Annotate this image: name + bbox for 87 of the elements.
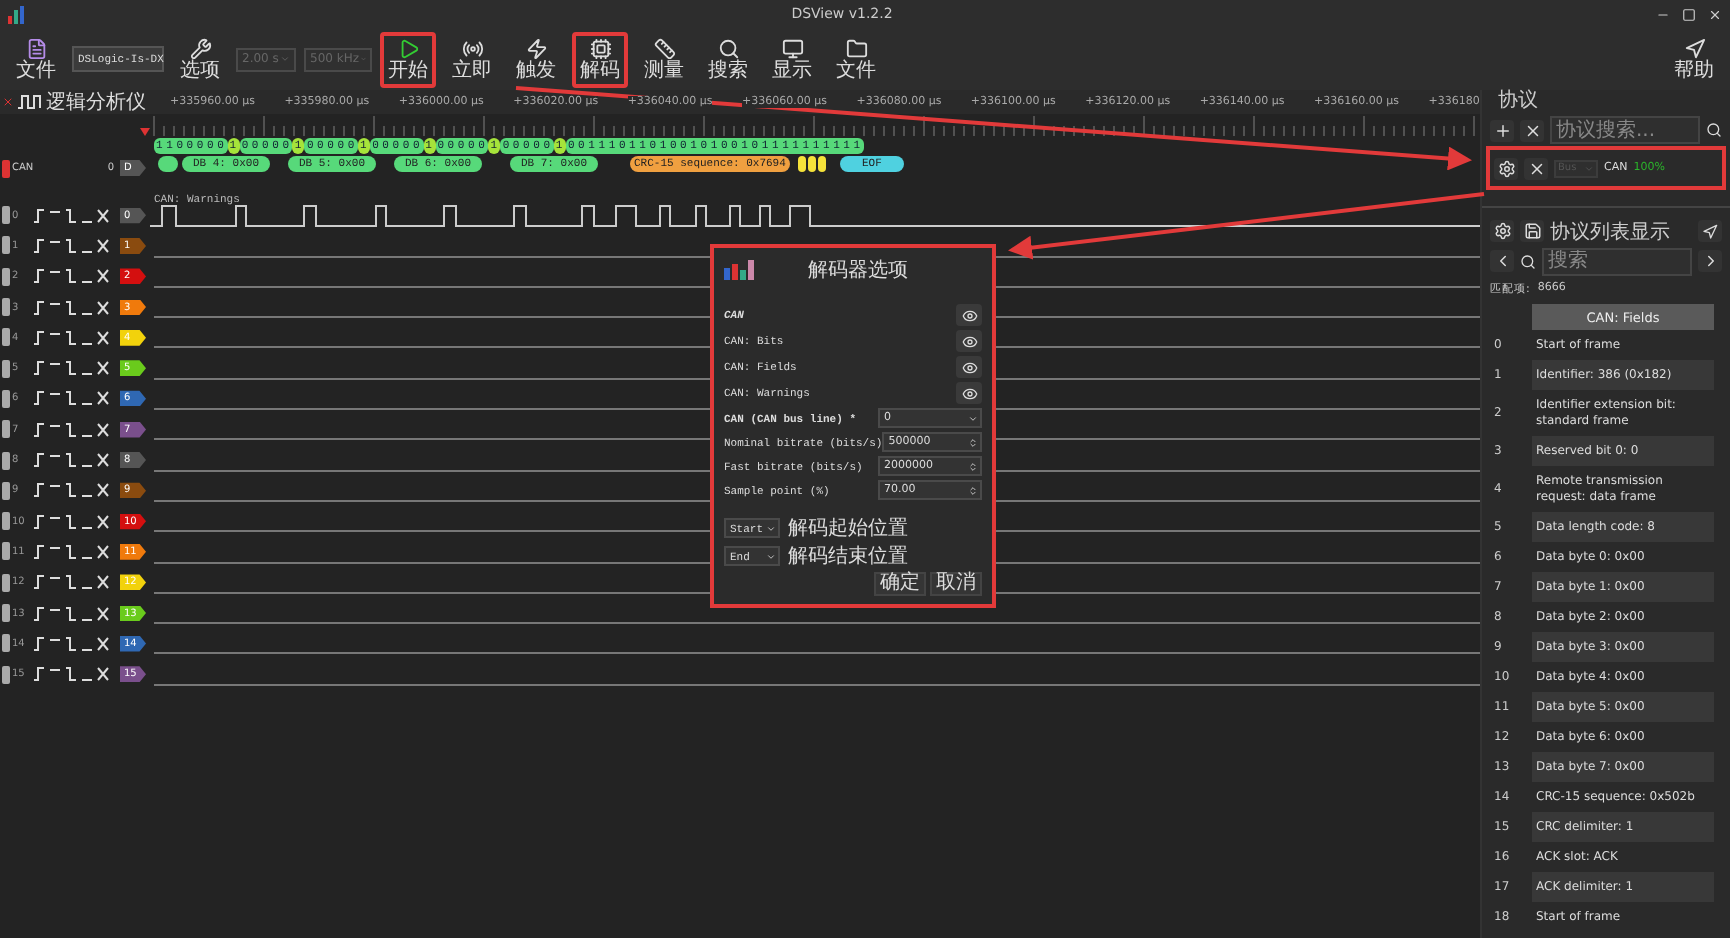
option-label: 解码起始位置 xyxy=(788,515,908,542)
eye-icon xyxy=(961,307,977,323)
maximize-icon[interactable] xyxy=(1682,7,1696,21)
any-edge-icon[interactable] xyxy=(96,329,110,346)
panel-title: 协议 xyxy=(1496,90,1540,114)
any-edge-icon[interactable] xyxy=(96,360,110,377)
document-icon xyxy=(25,37,47,59)
remove-button[interactable] xyxy=(1524,157,1548,179)
save-button[interactable] xyxy=(1520,220,1544,242)
file-menu-button[interactable]: 文件 xyxy=(8,31,64,87)
close-icon[interactable] xyxy=(1708,7,1722,21)
any-edge-icon[interactable] xyxy=(96,237,110,254)
toolbar-button[interactable]: 开始 xyxy=(380,31,436,87)
any-edge-icon[interactable] xyxy=(96,666,110,683)
any-edge-icon[interactable] xyxy=(96,452,110,469)
any-edge-icon[interactable] xyxy=(96,605,110,621)
app-logo-icon xyxy=(8,5,28,23)
folder-icon xyxy=(845,37,867,59)
dialog-button[interactable]: 取消 xyxy=(930,572,982,596)
plus-icon xyxy=(1493,121,1511,139)
toolbar-button[interactable]: 测量 xyxy=(636,31,692,87)
send-icon xyxy=(1702,223,1718,239)
visibility-button[interactable] xyxy=(956,356,982,378)
option-label: 解码结束位置 xyxy=(788,543,908,570)
app-logo-icon xyxy=(724,260,760,280)
next-button[interactable] xyxy=(1698,250,1722,272)
stepper-icon xyxy=(968,485,978,495)
dialog-button[interactable]: 确定 xyxy=(874,572,926,596)
display-icon xyxy=(781,37,803,59)
toolbar-button[interactable]: 触发 xyxy=(508,31,564,87)
trigger-marker-icon xyxy=(140,128,150,136)
any-edge-icon[interactable] xyxy=(96,268,110,285)
toolbar-button[interactable]: 搜索 xyxy=(700,31,756,87)
stepper-icon xyxy=(968,461,978,471)
wrench-icon xyxy=(189,37,211,59)
search-icon xyxy=(1520,253,1536,269)
dialog-title: 解码器选项 xyxy=(808,257,908,284)
list-title: 协议列表显示 xyxy=(1550,219,1672,245)
options-button[interactable]: 选项 xyxy=(172,31,228,87)
add-button[interactable] xyxy=(1490,119,1514,141)
visibility-button[interactable] xyxy=(956,304,982,326)
toolbar-button[interactable]: 显示 xyxy=(764,31,820,87)
eye-icon xyxy=(961,385,977,401)
search-icon[interactable] xyxy=(1706,122,1722,138)
visibility-button[interactable] xyxy=(956,330,982,352)
settings-button[interactable] xyxy=(1494,157,1518,179)
any-edge-icon[interactable] xyxy=(96,543,110,560)
any-edge-icon[interactable] xyxy=(96,207,110,224)
channel-handle[interactable] xyxy=(2,159,10,177)
save-icon xyxy=(1523,222,1541,240)
settings-button[interactable] xyxy=(1490,220,1514,242)
settings-icon xyxy=(1493,222,1511,240)
jump-button[interactable] xyxy=(1698,220,1722,242)
help-button[interactable]: 帮助 xyxy=(1666,31,1722,87)
caret-icon xyxy=(968,413,978,423)
any-edge-icon[interactable] xyxy=(96,390,110,407)
caret-icon xyxy=(280,54,290,64)
visibility-button[interactable] xyxy=(956,382,982,404)
caret-icon xyxy=(766,523,776,533)
mode-tab[interactable]: 逻辑分析仪 xyxy=(0,90,150,114)
settings-icon xyxy=(1497,159,1515,177)
close-icon xyxy=(1527,159,1545,177)
square-wave-icon xyxy=(18,94,42,110)
protocol-search-field[interactable]: 协议搜索... xyxy=(1550,116,1700,144)
caret-icon xyxy=(1584,163,1594,173)
play-icon xyxy=(397,37,419,59)
toolbar-button[interactable]: 文件 xyxy=(828,31,884,87)
eye-icon xyxy=(961,333,977,349)
any-edge-icon[interactable] xyxy=(96,635,110,652)
any-edge-icon[interactable] xyxy=(96,421,110,438)
list-search-field[interactable]: 搜索 xyxy=(1542,247,1692,275)
close-icon xyxy=(1523,121,1541,139)
eye-icon xyxy=(961,359,977,375)
previous-button[interactable] xyxy=(1490,250,1514,272)
any-edge-icon[interactable] xyxy=(96,299,110,316)
trigger-icon xyxy=(525,37,547,59)
caret-icon xyxy=(766,551,776,561)
field-annotation xyxy=(158,155,178,171)
remove-button[interactable] xyxy=(1520,119,1544,141)
ruler-icon xyxy=(653,37,675,59)
any-edge-icon[interactable] xyxy=(96,513,110,530)
search-icon xyxy=(717,37,739,59)
toolbar-button[interactable]: 解码 xyxy=(572,31,628,87)
stepper-icon xyxy=(968,437,978,447)
any-edge-icon[interactable] xyxy=(96,482,110,499)
toolbar-button[interactable]: 立即 xyxy=(444,31,500,87)
any-edge-icon[interactable] xyxy=(96,574,110,591)
